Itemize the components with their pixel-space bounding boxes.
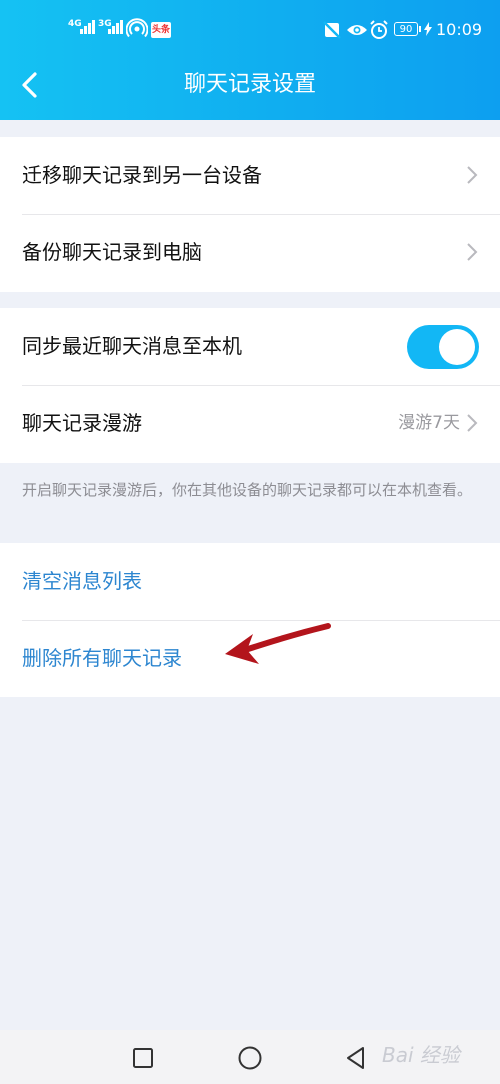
hotspot-icon — [126, 18, 148, 38]
page-title: 聊天记录设置 — [183, 72, 316, 97]
recent-apps-button[interactable] — [125, 1040, 161, 1076]
square-icon — [133, 1048, 153, 1068]
sim1-signal-icon — [80, 18, 95, 34]
chat-roaming-item[interactable]: 聊天记录漫游 漫游7天 — [0, 385, 500, 462]
sim2-signal-icon — [108, 18, 123, 34]
backup-to-pc-item[interactable]: 备份聊天记录到电脑 — [0, 214, 500, 291]
clear-message-list-label: 清空消息列表 — [22, 569, 142, 593]
chevron-right-icon — [467, 414, 478, 432]
sync-toggle[interactable] — [407, 325, 479, 369]
charging-icon — [424, 22, 432, 36]
chevron-right-icon — [467, 166, 478, 184]
status-bar: 4G 3G 头条 90 10:09 — [0, 0, 500, 60]
chevron-right-icon — [467, 243, 478, 261]
silent-icon — [323, 21, 341, 39]
sync-group: 同步最近聊天消息至本机 聊天记录漫游 漫游7天 — [0, 308, 500, 463]
clear-message-list-item[interactable]: 清空消息列表 — [0, 543, 500, 620]
migrate-records-item[interactable]: 迁移聊天记录到另一台设备 — [0, 137, 500, 214]
baidu-jingyan-watermark: Bai 经验 — [382, 1043, 460, 1067]
sync-messages-label: 同步最近聊天消息至本机 — [22, 334, 242, 358]
sync-messages-item: 同步最近聊天消息至本机 — [0, 308, 500, 385]
circle-icon — [238, 1046, 262, 1070]
back-nav-button[interactable] — [338, 1040, 374, 1076]
delete-all-records-label: 删除所有聊天记录 — [22, 646, 182, 670]
roaming-duration-value: 漫游7天 — [398, 413, 460, 433]
triangle-back-icon — [347, 1047, 364, 1069]
eye-icon — [347, 25, 367, 35]
home-button[interactable] — [232, 1040, 268, 1076]
header-bar: 4G 3G 头条 90 10:09 聊天记录设置 — [0, 0, 500, 120]
backup-to-pc-label: 备份聊天记录到电脑 — [22, 240, 202, 264]
toggle-knob — [439, 329, 475, 365]
battery-icon: 90 — [394, 22, 421, 36]
migrate-records-label: 迁移聊天记录到另一台设备 — [22, 163, 262, 187]
chat-roaming-label: 聊天记录漫游 — [22, 411, 142, 435]
clock-time: 10:09 — [436, 20, 483, 39]
alarm-icon — [370, 20, 388, 39]
transfer-group: 迁移聊天记录到另一台设备 备份聊天记录到电脑 — [0, 137, 500, 292]
roaming-note: 开启聊天记录漫游后，你在其他设备的聊天记录都可以在本机查看。 — [22, 481, 473, 499]
news-app-badge: 头条 — [151, 22, 171, 38]
red-arrow-annotation — [225, 623, 331, 664]
